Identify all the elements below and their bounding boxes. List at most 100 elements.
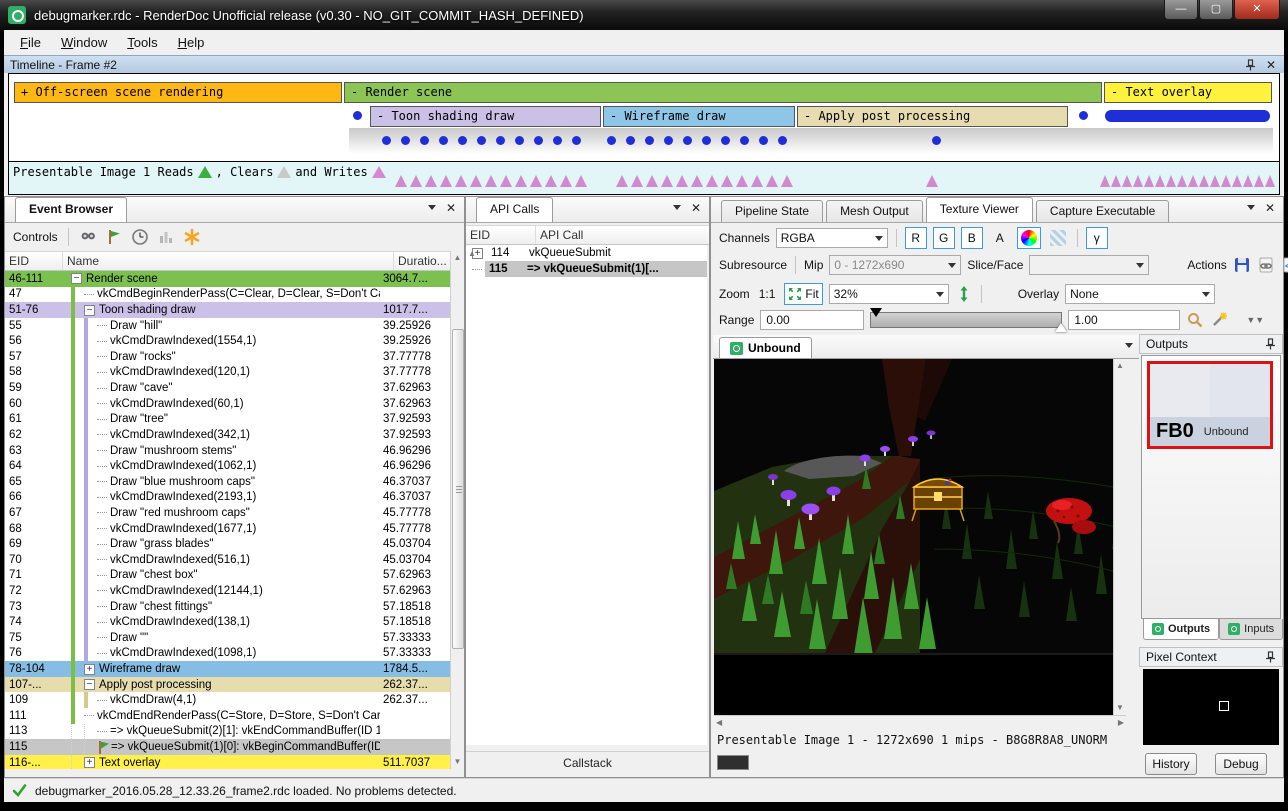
debug-button[interactable]: Debug <box>1215 753 1267 775</box>
write-marker-triangle[interactable] <box>616 175 628 187</box>
menu-file[interactable]: File <box>10 32 51 53</box>
menu-help[interactable]: Help <box>168 32 215 53</box>
history-button[interactable]: History <box>1145 753 1197 775</box>
event-row[interactable]: 68vkCmdDrawIndexed(1677,1)45.77778 <box>5 521 450 537</box>
event-row[interactable]: 46-111−Render scene3064.7... <box>5 271 450 287</box>
flip-y-icon[interactable] <box>955 285 973 303</box>
event-row[interactable]: 51-76−Toon shading draw1017.7... <box>5 302 450 318</box>
tab-outputs[interactable]: Outputs <box>1143 619 1219 640</box>
event-row[interactable]: 55Draw "hill"39.25926 <box>5 318 450 334</box>
menu-window[interactable]: Window <box>51 32 117 53</box>
timeline-close-icon[interactable]: ✕ <box>1266 60 1276 70</box>
write-marker-triangle[interactable] <box>1100 175 1110 187</box>
tab-texture-viewer[interactable]: Texture Viewer <box>926 197 1033 222</box>
timeline-bar[interactable]: + Off-screen scene rendering <box>14 82 342 103</box>
event-browser-column-header[interactable]: EID Name Duratio... <box>5 251 464 271</box>
write-marker-triangle[interactable] <box>1188 175 1198 187</box>
drawcall-dot[interactable] <box>353 111 362 120</box>
alpha-checker-button[interactable] <box>1047 227 1069 249</box>
maximize-button[interactable]: ▢ <box>1199 0 1233 20</box>
zoom-percent-select[interactable]: 32% <box>829 284 949 304</box>
red-channel-button[interactable]: R <box>905 227 927 249</box>
event-row[interactable]: 113=> vkQueueSubmit(2)[1]: vkEndCommandB… <box>5 724 450 740</box>
bookmark-flag-icon[interactable] <box>105 228 123 246</box>
event-row[interactable]: 67Draw "red mushroom caps"45.77778 <box>5 505 450 521</box>
drawcall-dot[interactable] <box>382 136 391 145</box>
api-calls-column-header[interactable]: EID API Call <box>466 225 709 245</box>
write-marker-triangle[interactable] <box>926 175 938 187</box>
write-marker-triangle[interactable] <box>736 175 748 187</box>
tab-api-calls[interactable]: API Calls <box>476 197 553 222</box>
write-marker-triangle[interactable] <box>1210 175 1220 187</box>
event-row[interactable]: 60vkCmdDrawIndexed(60,1)37.62963 <box>5 396 450 412</box>
blue-channel-button[interactable]: B <box>961 227 983 249</box>
link-icon[interactable] <box>1257 256 1275 274</box>
stats-icon[interactable] <box>157 228 175 246</box>
panel-close-icon[interactable]: ✕ <box>446 203 456 213</box>
toolbar-overflow-icon[interactable]: ▼▼ <box>1246 315 1264 325</box>
write-marker-triangle[interactable] <box>661 175 673 187</box>
panel-menu-icon[interactable] <box>673 205 681 214</box>
drawcall-dot[interactable] <box>534 136 543 145</box>
menu-tools[interactable]: Tools <box>117 32 167 53</box>
panel-close-icon[interactable]: ✕ <box>691 203 701 213</box>
event-row[interactable]: 109vkCmdDraw(4,1)262.37... <box>5 692 450 708</box>
panel-menu-icon[interactable] <box>428 205 436 214</box>
event-row[interactable]: 116-...+Text overlay511.7037 <box>5 755 450 769</box>
write-marker-triangle[interactable] <box>1155 175 1165 187</box>
pin-icon[interactable] <box>1265 651 1276 663</box>
event-row[interactable]: 115=> vkQueueSubmit(1)[0]: vkBeginComman… <box>5 739 450 755</box>
minimize-button[interactable]: — <box>1164 0 1198 20</box>
overlay-select[interactable]: None <box>1065 284 1215 304</box>
panel-close-icon[interactable]: ✕ <box>1265 203 1275 213</box>
api-scroll-up-icon[interactable]: ▲ <box>466 247 478 261</box>
range-black-point-handle[interactable] <box>870 308 882 317</box>
slice-face-select[interactable] <box>1029 255 1149 275</box>
drawcall-dot[interactable] <box>458 136 467 145</box>
pixel-context-view[interactable] <box>1143 669 1279 745</box>
texture-vscrollbar[interactable]: ▲ ▼ <box>1113 359 1126 715</box>
event-row[interactable]: 47vkCmdBeginRenderPass(C=Clear, D=Clear,… <box>5 287 450 303</box>
event-browser-scrollbar[interactable]: ▲ ▼ <box>450 251 464 769</box>
zoom-fit-button[interactable]: Fit <box>784 283 822 305</box>
drawcall-dot[interactable] <box>645 136 654 145</box>
drawcall-dot[interactable] <box>607 136 616 145</box>
drawcall-dot[interactable] <box>572 136 581 145</box>
tab-event-browser[interactable]: Event Browser <box>15 197 127 222</box>
timeline-sub-bar[interactable]: - Toon shading draw <box>370 106 601 127</box>
event-row[interactable]: 62vkCmdDrawIndexed(342,1)37.92593 <box>5 427 450 443</box>
time-icon[interactable] <box>131 228 149 246</box>
tree-expand-icon[interactable]: + <box>84 757 95 768</box>
event-row[interactable]: 71Draw "chest box"57.62963 <box>5 568 450 584</box>
drawcall-dot[interactable] <box>683 136 692 145</box>
panel-menu-icon[interactable] <box>1247 205 1255 214</box>
event-row[interactable]: 64vkCmdDrawIndexed(1062,1)46.96296 <box>5 458 450 474</box>
pixel-history-magnifier-icon[interactable] <box>1186 311 1204 329</box>
range-slider[interactable] <box>870 312 1062 328</box>
tree-expand-icon[interactable]: − <box>84 305 95 316</box>
close-button[interactable]: ✕ <box>1234 0 1280 20</box>
write-marker-triangle[interactable] <box>1221 175 1231 187</box>
green-channel-button[interactable]: G <box>933 227 955 249</box>
texture-tab-unbound[interactable]: Unbound <box>719 337 812 358</box>
write-marker-triangle[interactable] <box>1111 175 1121 187</box>
alpha-channel-button[interactable]: A <box>989 227 1011 249</box>
write-marker-triangle[interactable] <box>631 175 643 187</box>
write-marker-triangle[interactable] <box>500 175 512 187</box>
event-row[interactable]: 56vkCmdDrawIndexed(1554,1)39.25926 <box>5 333 450 349</box>
texture-hscrollbar[interactable]: ◀ ▶ <box>714 715 1126 728</box>
drawcall-dot[interactable] <box>721 136 730 145</box>
drawcall-dot[interactable] <box>515 136 524 145</box>
zoom-1to1-button[interactable]: 1:1 <box>756 283 779 305</box>
event-row[interactable]: 111vkCmdEndRenderPass(C=Store, D=Store, … <box>5 708 450 724</box>
timeline-bar[interactable]: - Render scene <box>344 82 1102 103</box>
find-icon[interactable] <box>79 228 97 246</box>
event-row[interactable]: 65Draw "blue mushroom caps"46.37037 <box>5 474 450 490</box>
drawcall-dot[interactable] <box>932 136 941 145</box>
event-row[interactable]: 58vkCmdDrawIndexed(120,1)37.77778 <box>5 365 450 381</box>
fb0-thumbnail[interactable]: FB0 Unbound <box>1147 361 1273 449</box>
event-row[interactable]: 70vkCmdDrawIndexed(516,1)45.03704 <box>5 552 450 568</box>
pin-icon[interactable] <box>1245 59 1256 71</box>
write-marker-triangle[interactable] <box>781 175 793 187</box>
tab-pipeline-state[interactable]: Pipeline State <box>721 200 823 222</box>
